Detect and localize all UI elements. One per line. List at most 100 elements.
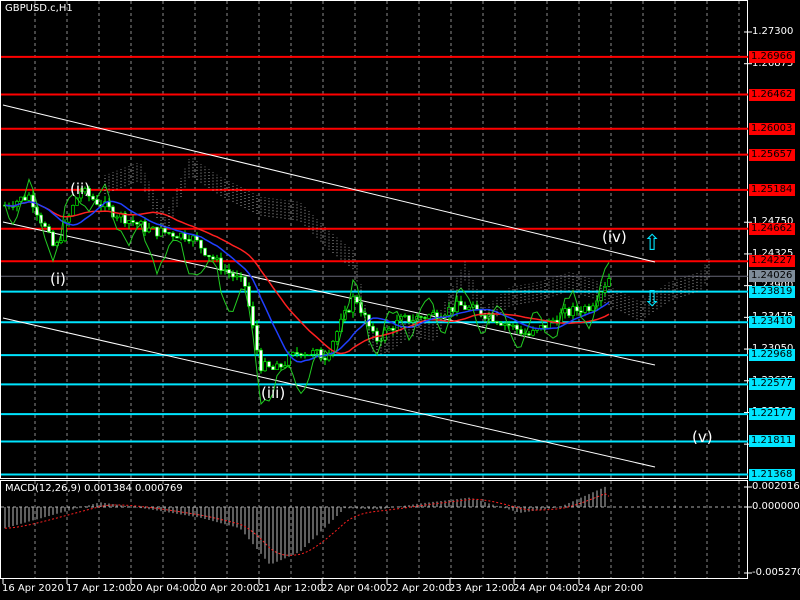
candle-body [91, 195, 95, 200]
candle-body [155, 226, 159, 237]
candle-body [243, 276, 247, 287]
candle-body [447, 307, 451, 316]
candle-body [259, 349, 263, 372]
candle-body [59, 240, 63, 243]
candle-body [167, 232, 171, 234]
candle-body [427, 314, 431, 319]
macd-signal-line [4, 493, 610, 556]
resistance-price-label: 1.26966 [749, 50, 795, 63]
candle-body [527, 333, 531, 336]
chart-canvas [0, 0, 752, 584]
candle-body [27, 194, 31, 201]
candle-body [403, 315, 407, 317]
macd-label: MACD(12,26,9) 0.001384 0.000769 [5, 483, 183, 494]
candle-body [127, 220, 131, 224]
time-axis-label: 24 Apr 20:00 [578, 583, 644, 594]
candle-body [235, 275, 239, 278]
support-price-label: 1.23819 [749, 285, 795, 298]
resistance-price-label: 1.25184 [749, 183, 795, 196]
time-axis-label: 23 Apr 12:00 [449, 583, 515, 594]
time-axis-label: 20 Apr 20:00 [194, 583, 260, 594]
candle-body [499, 322, 503, 326]
candle-body [355, 296, 359, 303]
candle-body [607, 278, 611, 287]
current-price-label: 1.24026 [749, 270, 795, 283]
candle-body [551, 319, 555, 322]
candle-body [311, 350, 315, 355]
time-axis-label: 16 Apr 2020 [2, 583, 64, 594]
candle-body [307, 354, 311, 356]
candle-body [567, 308, 571, 316]
candle-body [531, 330, 535, 336]
candle-body [131, 220, 135, 223]
arrow-up-icon: ⇧ [643, 231, 662, 256]
candle-body [503, 323, 507, 326]
candle-body [283, 365, 287, 368]
wave-label-iii: (iii) [261, 384, 286, 402]
candle-body [223, 269, 227, 271]
candle-body [187, 239, 191, 242]
time-axis-label: 24 Apr 04:00 [513, 583, 579, 594]
candle-body [515, 324, 519, 330]
candle-body [511, 324, 515, 327]
candle-body [135, 222, 139, 225]
candle-body [199, 239, 203, 249]
candle-body [115, 216, 119, 219]
candle-body [351, 296, 355, 313]
macd-tick-label: 0.002016 [752, 481, 800, 492]
support-price-label: 1.21811 [749, 435, 795, 448]
candle-body [459, 300, 463, 306]
candle-body [335, 331, 339, 342]
candle-body [143, 221, 147, 233]
candle-body [591, 305, 595, 311]
time-axis-label: 21 Apr 12:00 [258, 583, 324, 594]
candle-body [315, 349, 319, 351]
resistance-price-label: 1.25657 [749, 148, 795, 161]
candle-body [191, 235, 195, 242]
candle-body [539, 325, 543, 329]
candle-body [211, 256, 215, 260]
main-frame [0, 0, 748, 479]
support-price-label: 1.21368 [749, 468, 795, 481]
candle-body [239, 275, 243, 278]
candle-body [299, 353, 303, 356]
candle-body [323, 357, 327, 361]
candle-body [63, 221, 67, 242]
candle-body [227, 269, 231, 274]
candle-body [31, 194, 35, 208]
wave-label-v: (v) [692, 428, 713, 446]
candle-body [419, 316, 423, 318]
candle-body [295, 352, 299, 355]
candle-body [387, 328, 391, 331]
candle-body [271, 366, 275, 370]
candle-body [303, 354, 307, 356]
candle-body [203, 247, 207, 256]
candle-body [179, 232, 183, 239]
candle-body [175, 236, 179, 239]
candle-body [495, 321, 499, 324]
candle-body [267, 361, 271, 367]
candle-body [219, 257, 223, 271]
time-axis-label: 22 Apr 04:00 [321, 583, 387, 594]
trendline-lower [2, 317, 656, 468]
resistance-price-label: 1.24227 [749, 255, 795, 268]
candle-body [171, 232, 175, 237]
candle-body [371, 325, 375, 332]
candle-body [263, 361, 267, 372]
support-price-label: 1.22968 [749, 349, 795, 362]
chart-title: GBPUSD.c,H1 [5, 3, 73, 14]
wave-label-ii: (ii) [70, 180, 91, 198]
support-price-label: 1.22577 [749, 378, 795, 391]
candle-body [571, 306, 575, 316]
candle-body [43, 222, 47, 227]
macd-tick-label: 0.000000 [752, 501, 800, 512]
candle-body [599, 291, 603, 302]
macd-tick-label: -0.005270 [752, 567, 800, 578]
candle-body [563, 308, 567, 314]
arrow-down-icon: ⇩ [643, 287, 662, 312]
candle-body [207, 254, 211, 258]
moving-average-red [4, 200, 610, 355]
time-axis-label: 17 Apr 12:00 [66, 583, 132, 594]
candle-body [251, 306, 255, 326]
candle-body [47, 226, 51, 233]
